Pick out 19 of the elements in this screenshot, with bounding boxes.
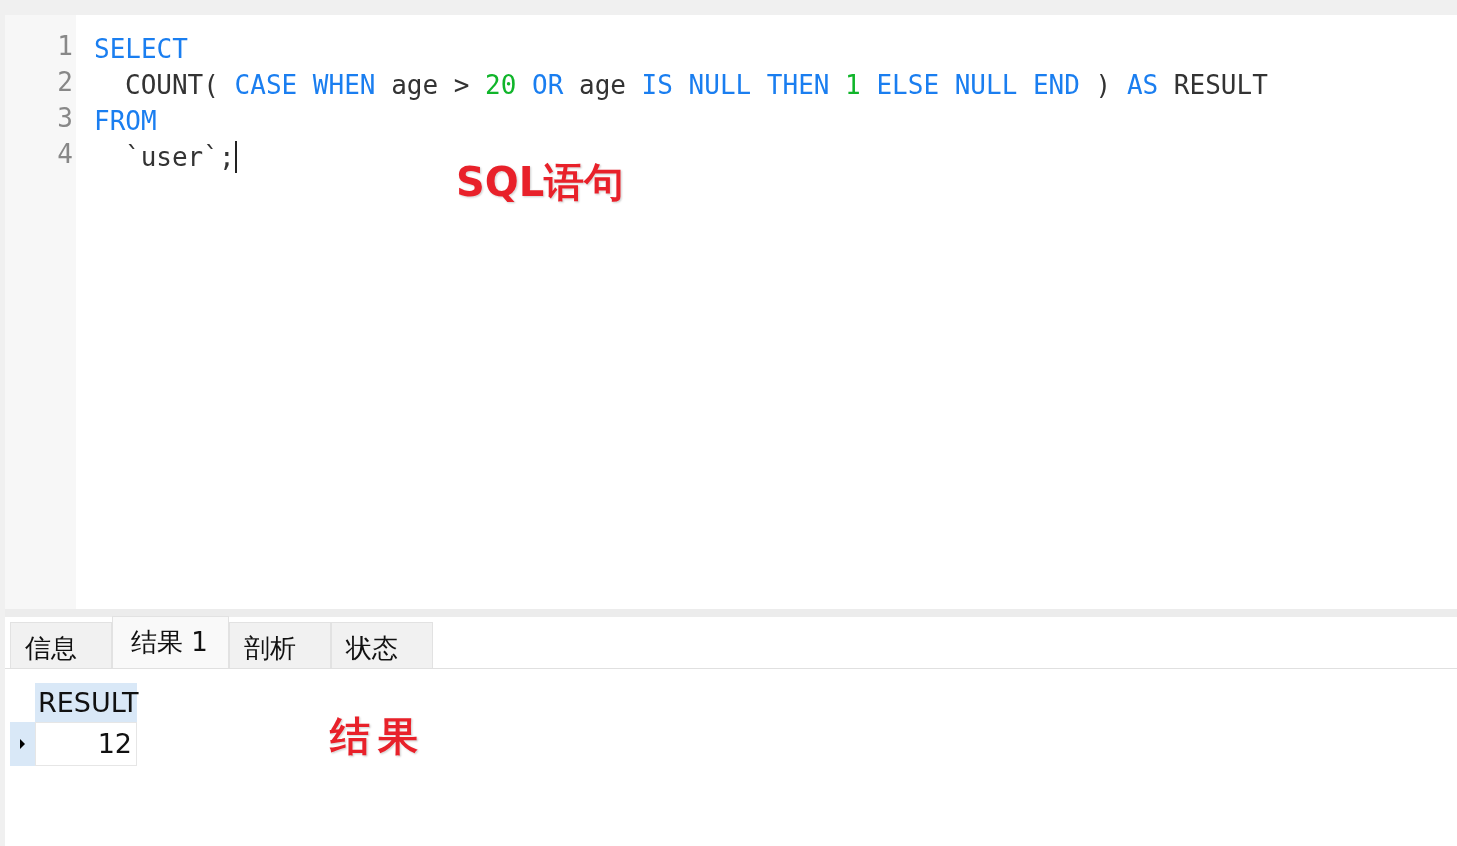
tab[interactable]: 结果 1	[112, 616, 229, 668]
row-indicator[interactable]	[10, 722, 35, 766]
annotation-text: 结果	[330, 711, 426, 761]
caret-icon	[20, 739, 25, 749]
line-number: 1	[56, 31, 74, 63]
column-header[interactable]: RESULT	[35, 683, 137, 722]
line-number: 3	[56, 103, 74, 135]
code-line: SELECT	[94, 33, 188, 66]
code-line: FROM	[94, 105, 157, 138]
code-line: COUNT( CASE WHEN age > 20 OR age IS NULL THEN 1 ELSE NULL END ) AS RESULT	[124, 69, 1268, 102]
tab[interactable]: 剖析	[229, 622, 331, 668]
code-line: `user`;	[124, 141, 235, 174]
table-cell: 12	[35, 722, 137, 766]
annotation-text: SQL语句	[456, 158, 625, 207]
line-number: 4	[56, 139, 74, 171]
code-editor[interactable]: 1 2 3 4 SELECT COUNT( CASE WHEN age > 20 OR age IS NULL THEN 1 ELSE NULL END ) AS RESULT FROM `user`; SQL语句	[5, 15, 1457, 609]
line-number: 2	[56, 67, 74, 99]
tab[interactable]: 信息	[10, 622, 112, 668]
tab[interactable]: 状态	[331, 622, 433, 668]
